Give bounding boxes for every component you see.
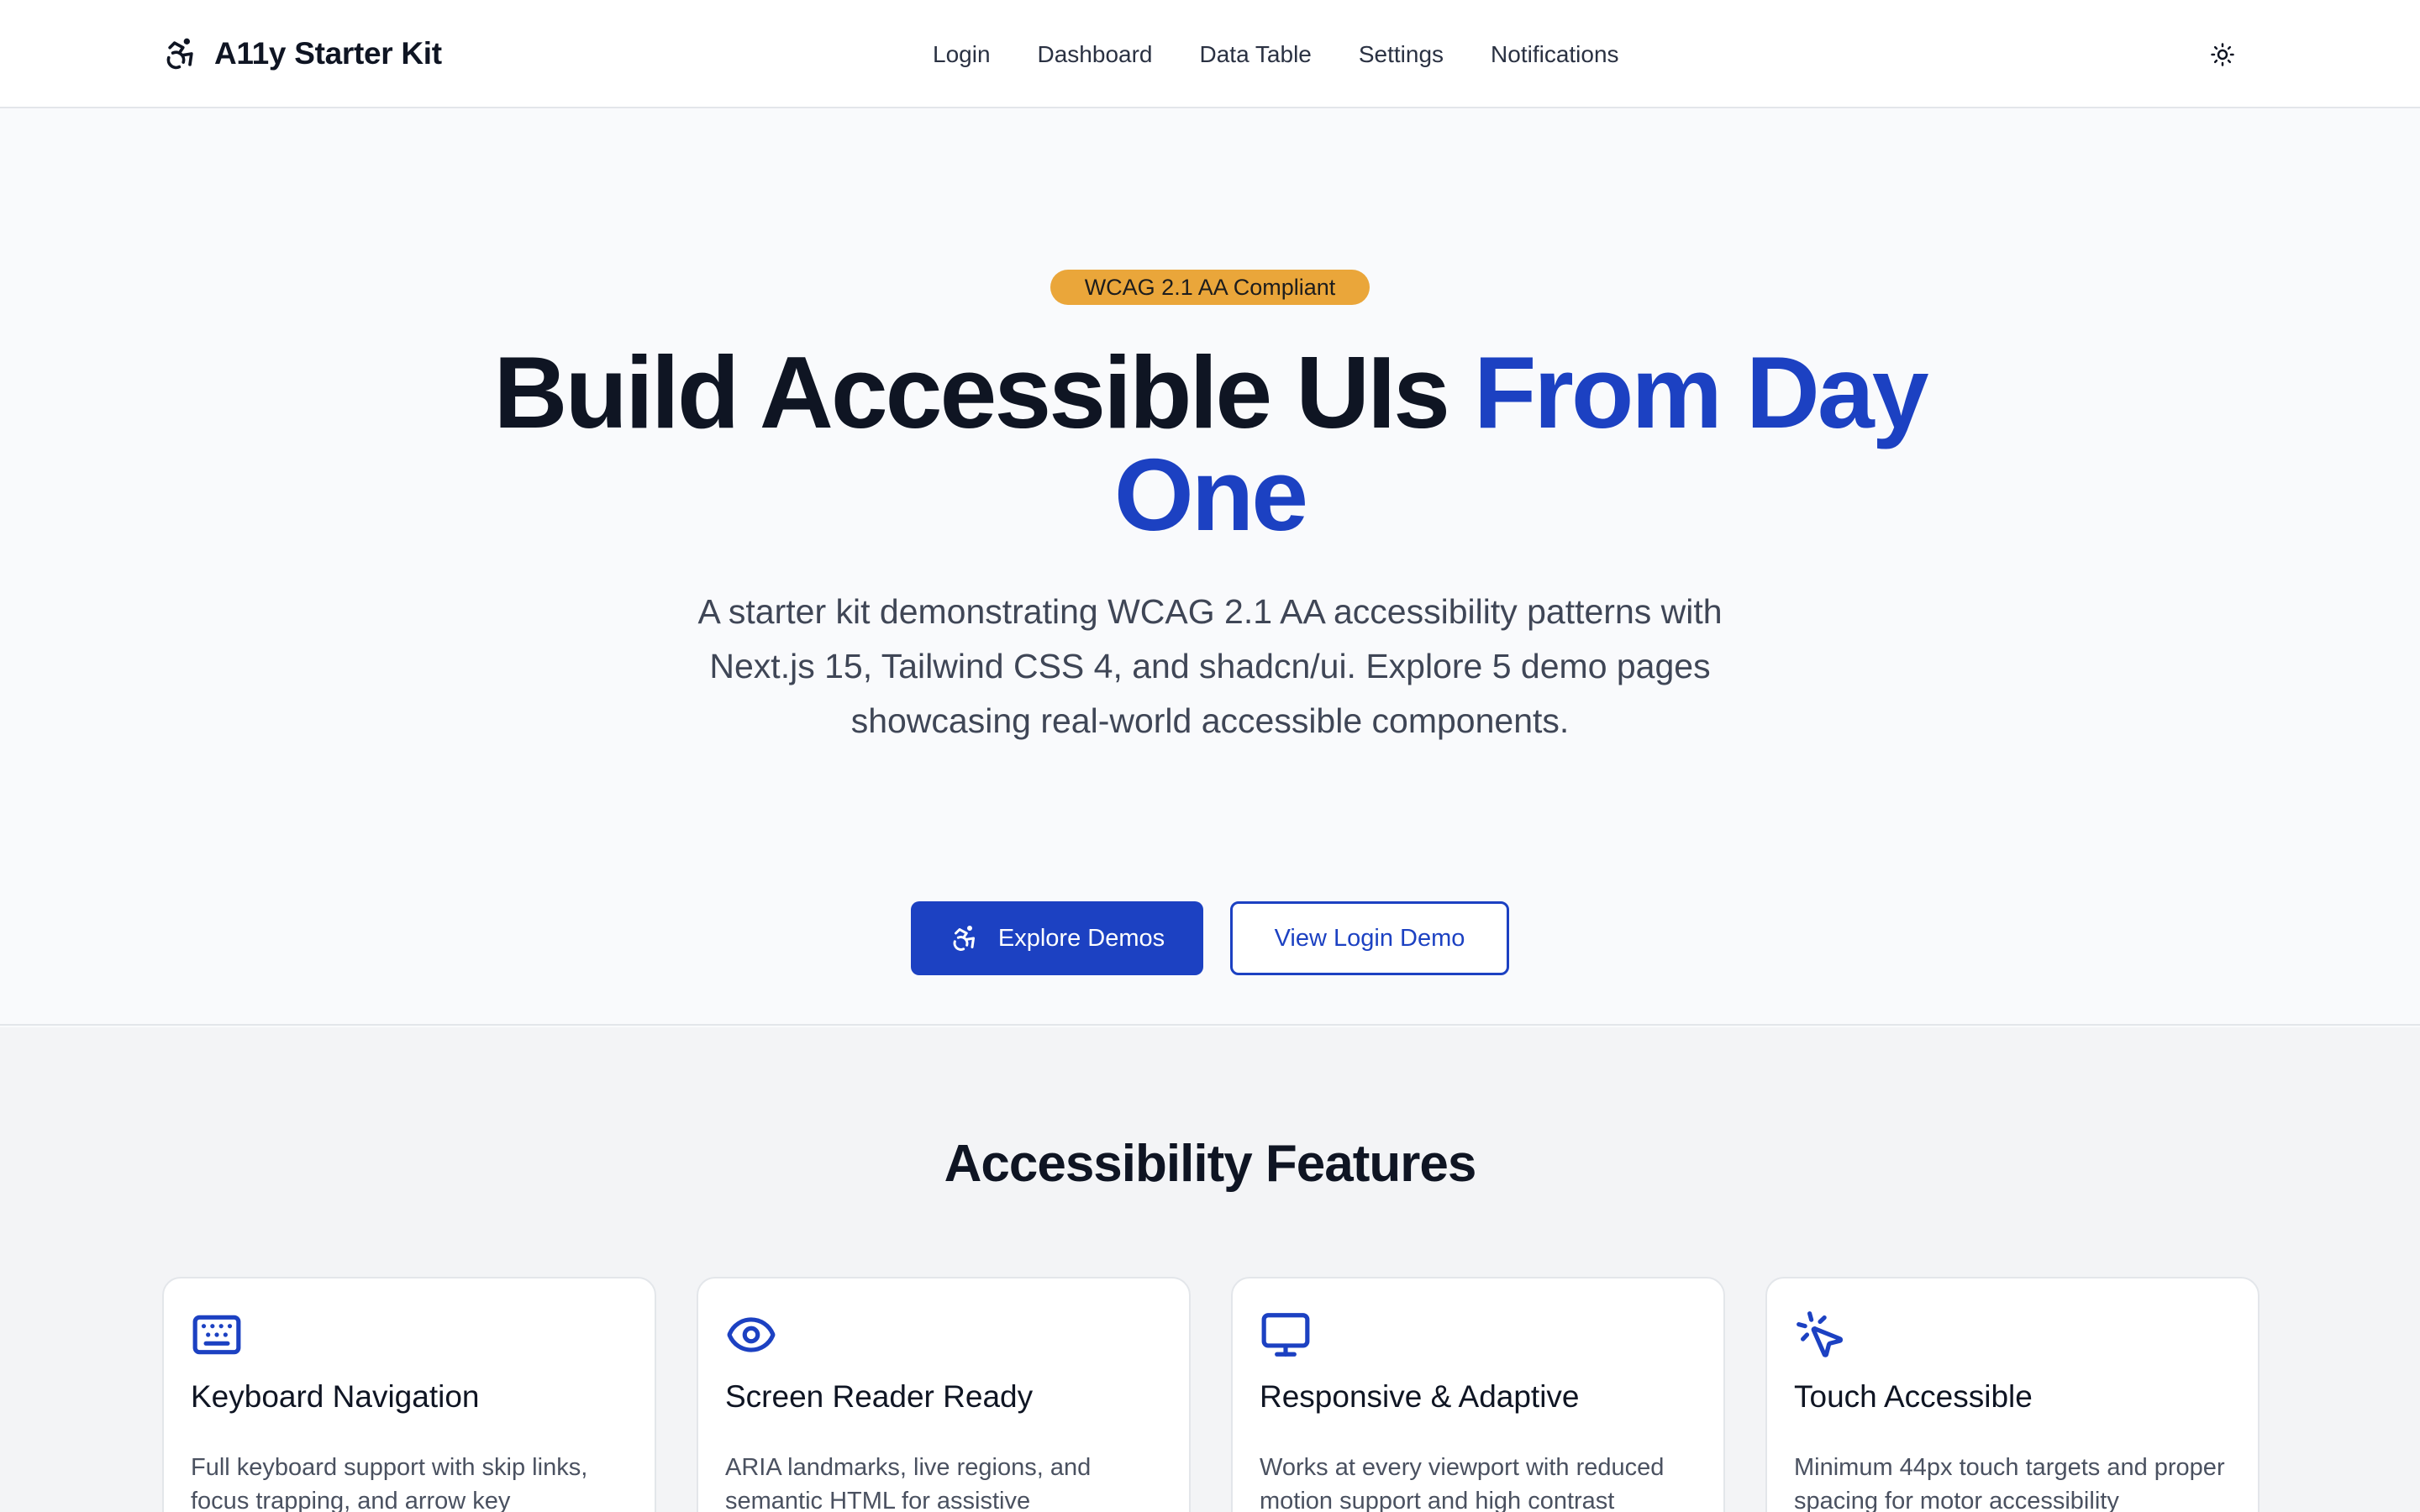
hero-title: Build Accessible UIs From Day One bbox=[454, 341, 1966, 546]
features-title: Accessibility Features bbox=[944, 1135, 1477, 1193]
theme-toggle-button[interactable] bbox=[2202, 34, 2244, 76]
feature-card-description: Full keyboard support with skip links, f… bbox=[191, 1454, 588, 1512]
keyboard-icon bbox=[192, 1315, 241, 1355]
feature-card-description: Works at every viewport with reduced mot… bbox=[1260, 1454, 1665, 1512]
nav-link-dashboard[interactable]: Dashboard bbox=[1038, 41, 1153, 68]
hero-subtitle: A starter kit demonstrating WCAG 2.1 AA … bbox=[697, 592, 1723, 740]
site-header: A11y Starter Kit Login Dashboard Data Ta… bbox=[0, 0, 2420, 108]
monitor-icon bbox=[1261, 1313, 1310, 1357]
main-nav: Login Dashboard Data Table Settings Noti… bbox=[933, 34, 1619, 76]
pointer-click-icon bbox=[1797, 1311, 1843, 1357]
accessibility-icon bbox=[166, 38, 193, 70]
feature-card-title: Keyboard Navigation bbox=[191, 1379, 480, 1414]
view-login-demo-label: View Login Demo bbox=[1274, 924, 1465, 952]
feature-card-responsive: Responsive & Adaptive Works at every vie… bbox=[1231, 1277, 1725, 1512]
eye-icon bbox=[727, 1317, 776, 1352]
feature-card-keyboard: Keyboard Navigation Full keyboard suppor… bbox=[162, 1277, 656, 1512]
nav-link-settings[interactable]: Settings bbox=[1359, 41, 1444, 68]
feature-card-title: Touch Accessible bbox=[1794, 1379, 2033, 1414]
nav-link-notifications[interactable]: Notifications bbox=[1491, 41, 1619, 68]
explore-demos-button[interactable]: Explore Demos bbox=[911, 901, 1203, 975]
nav-link-data-table[interactable]: Data Table bbox=[1200, 41, 1312, 68]
feature-card-description: Minimum 44px touch targets and proper sp… bbox=[1794, 1454, 2225, 1512]
feature-card-touch: Touch Accessible Minimum 44px touch targ… bbox=[1765, 1277, 2260, 1512]
hero-section: WCAG 2.1 AA Compliant Build Accessible U… bbox=[0, 110, 2420, 1026]
brand-name: A11y Starter Kit bbox=[214, 36, 442, 71]
feature-card-screen-reader: Screen Reader Ready ARIA landmarks, live… bbox=[697, 1277, 1191, 1512]
nav-link-login[interactable]: Login bbox=[933, 41, 991, 68]
feature-card-description: ARIA landmarks, live regions, and semant… bbox=[725, 1454, 1092, 1512]
feature-card-title: Responsive & Adaptive bbox=[1260, 1379, 1580, 1414]
sun-icon bbox=[2211, 43, 2234, 66]
feature-card-title: Screen Reader Ready bbox=[725, 1379, 1034, 1414]
features-section: Accessibility Features Keyboard Navigati… bbox=[0, 1027, 2420, 1512]
accessibility-icon bbox=[953, 926, 975, 951]
hero-title-main: Build Accessible UIs bbox=[493, 335, 1474, 449]
wcag-badge: WCAG 2.1 AA Compliant bbox=[1050, 270, 1370, 305]
explore-demos-label: Explore Demos bbox=[997, 924, 1165, 952]
brand-link[interactable]: A11y Starter Kit bbox=[162, 30, 442, 77]
view-login-demo-button[interactable]: View Login Demo bbox=[1230, 901, 1509, 975]
